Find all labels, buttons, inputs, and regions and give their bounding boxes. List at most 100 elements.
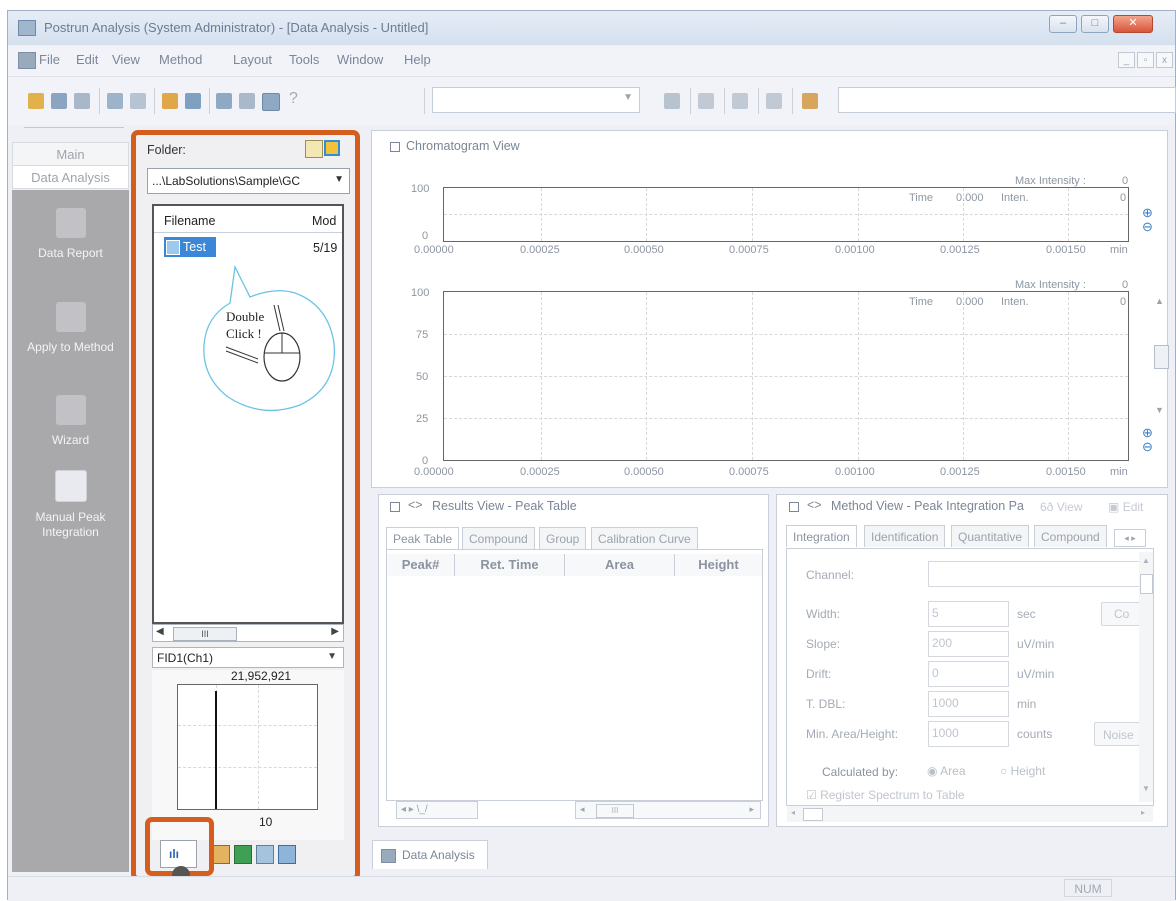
- wizard-icon[interactable]: [802, 93, 818, 109]
- method-vscroll[interactable]: ▲ ▼: [1139, 552, 1153, 802]
- column-peak[interactable]: Peak#: [387, 554, 455, 576]
- mdi-close-button[interactable]: x: [1156, 52, 1173, 68]
- time-value: 0.000: [956, 192, 984, 204]
- help-icon[interactable]: ?: [289, 90, 298, 108]
- scroll-left-icon[interactable]: ◂: [791, 808, 795, 817]
- nav-wizard[interactable]: Wizard: [12, 395, 129, 447]
- tab-integration[interactable]: Integration: [786, 525, 857, 547]
- maximize-button[interactable]: □: [1081, 15, 1109, 33]
- scroll-right-icon[interactable]: ▸: [1141, 808, 1145, 817]
- tab-calibration-curve[interactable]: Calibration Curve: [591, 527, 698, 549]
- menu-tools[interactable]: Tools: [289, 52, 319, 67]
- x-tick-label: 0.00050: [624, 244, 664, 256]
- tab-compound[interactable]: Compound: [1034, 525, 1107, 547]
- tab-identification[interactable]: Identification: [864, 525, 946, 547]
- scroll-thumb[interactable]: III: [596, 804, 634, 818]
- menu-window[interactable]: Window: [337, 52, 383, 67]
- width-input[interactable]: 5: [928, 601, 1009, 627]
- co-button[interactable]: Co: [1101, 602, 1141, 626]
- close-button[interactable]: ✕: [1113, 15, 1153, 33]
- toolbar-combo[interactable]: ▼: [432, 87, 640, 113]
- column-area[interactable]: Area: [565, 554, 675, 576]
- report-icon[interactable]: [732, 93, 748, 109]
- toolbar-separator: [154, 88, 155, 114]
- menu-edit[interactable]: Edit: [76, 52, 98, 67]
- open-icon[interactable]: [28, 93, 44, 109]
- chromatogram-title: Chromatogram View: [406, 139, 520, 153]
- document-icon: [381, 849, 396, 863]
- menu-method[interactable]: Method: [159, 52, 202, 67]
- x-tick-label: 0.00025: [520, 244, 560, 256]
- binoculars-icon[interactable]: [185, 93, 201, 109]
- nav-data-report[interactable]: Data Report: [12, 208, 129, 260]
- document-tab[interactable]: Data Analysis: [372, 840, 488, 869]
- tab-main[interactable]: Main: [12, 142, 129, 166]
- register-spectrum-checkbox[interactable]: ☑ Register Spectrum to Table: [806, 788, 1136, 802]
- tab-quantitative[interactable]: Quantitative: [951, 525, 1030, 547]
- scroll-left-icon[interactable]: ◂: [580, 804, 585, 815]
- scroll-thumb[interactable]: [803, 808, 823, 821]
- height-radio[interactable]: ○ Height: [1000, 764, 1045, 778]
- scroll-right-icon[interactable]: ▸: [749, 804, 754, 815]
- document-tab-label: Data Analysis: [402, 848, 475, 862]
- noise-button[interactable]: Noise: [1094, 722, 1140, 746]
- zoom-out-icon[interactable]: ⊖: [1142, 439, 1153, 455]
- x-tick-label: 0.00000: [414, 244, 454, 256]
- tab-scroll-buttons[interactable]: ◂ ▸: [1114, 529, 1146, 547]
- slope-input[interactable]: 200: [928, 631, 1009, 657]
- column-ret-time[interactable]: Ret. Time: [455, 554, 565, 576]
- save-as-icon[interactable]: [74, 93, 90, 109]
- undo-icon[interactable]: [664, 93, 680, 109]
- vertical-scroll-thumb[interactable]: [1140, 574, 1153, 594]
- batch-icon[interactable]: [766, 93, 782, 109]
- tdbl-input[interactable]: 1000: [928, 691, 1009, 717]
- status-bar: [8, 876, 1175, 901]
- drift-input[interactable]: 0: [928, 661, 1009, 687]
- data-explorer-icon[interactable]: [162, 93, 178, 109]
- print-preview-icon[interactable]: [130, 93, 146, 109]
- chromatogram-plot-top: Time 0.000 Inten. 0: [443, 187, 1129, 242]
- tab-data-analysis[interactable]: Data Analysis: [12, 165, 129, 189]
- method-edit-button[interactable]: ▣ Edit: [1108, 500, 1143, 514]
- mdi-minimize-button[interactable]: _: [1118, 52, 1135, 68]
- zoom-out-icon[interactable]: ⊖: [1142, 219, 1153, 235]
- pane-icon: [390, 142, 400, 152]
- scroll-up-icon[interactable]: ▲: [1142, 556, 1150, 565]
- sheet-tab-nav[interactable]: ◂ ▸ \_/: [396, 801, 478, 819]
- calculated-by-label: Calculated by:: [822, 765, 899, 779]
- scroll-down-icon[interactable]: ▼: [1155, 405, 1164, 415]
- area-radio[interactable]: ◉ Area: [927, 764, 966, 778]
- tab-group[interactable]: Group: [539, 527, 587, 549]
- menu-layout[interactable]: Layout: [233, 52, 272, 67]
- print-icon[interactable]: [107, 93, 123, 109]
- menu-view[interactable]: View: [112, 52, 140, 67]
- method-view-button[interactable]: 6ð View: [1040, 500, 1083, 514]
- channel-combo[interactable]: [928, 561, 1140, 587]
- calc-icon[interactable]: [698, 93, 714, 109]
- method-hscroll[interactable]: ◂ ▸: [787, 806, 1153, 822]
- save-icon[interactable]: [51, 93, 67, 109]
- menu-help[interactable]: Help: [404, 52, 431, 67]
- scroll-down-icon[interactable]: ▼: [1142, 784, 1150, 793]
- column-height[interactable]: Height: [675, 554, 762, 576]
- pane-icon: [390, 502, 400, 512]
- toolbar-separator: [792, 88, 793, 114]
- results-hscroll[interactable]: ◂ III ▸: [575, 801, 761, 819]
- layout-icon[interactable]: [216, 93, 232, 109]
- minimize-button[interactable]: –: [1049, 15, 1077, 33]
- toolbar-separator: [758, 88, 759, 114]
- toolbar-combo-2[interactable]: [838, 87, 1176, 113]
- nav-manual-peak-integration[interactable]: Manual Peak Integration: [12, 470, 129, 540]
- output-icon[interactable]: [262, 93, 280, 111]
- mdi-restore-button[interactable]: ▫: [1137, 52, 1154, 68]
- menu-file[interactable]: File: [39, 52, 60, 67]
- scroll-up-icon[interactable]: ▲: [1155, 296, 1164, 306]
- vertical-scroll-thumb[interactable]: [1154, 345, 1169, 369]
- tab-compound[interactable]: Compound: [462, 527, 535, 549]
- tab-peak-table[interactable]: Peak Table: [386, 527, 460, 549]
- highlight-frame: [131, 130, 360, 881]
- time-value: 0.000: [956, 296, 984, 308]
- min-area-input[interactable]: 1000: [928, 721, 1009, 747]
- nav-apply-to-method[interactable]: Apply to Method: [12, 302, 129, 354]
- view-icon[interactable]: [239, 93, 255, 109]
